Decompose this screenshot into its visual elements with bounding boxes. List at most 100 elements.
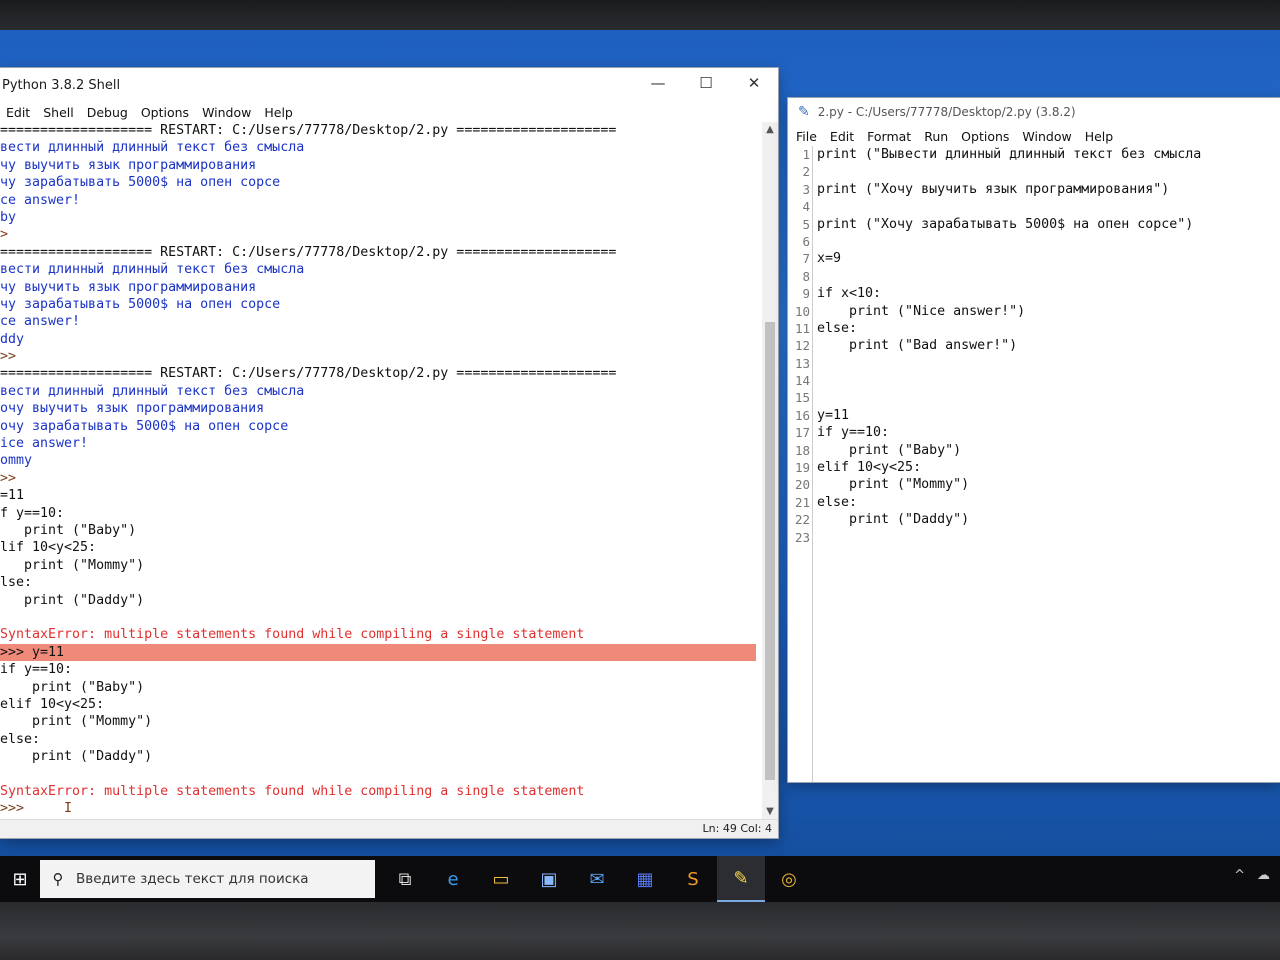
shell-titlebar[interactable]: Python 3.8.2 Shell — ☐ ✕ <box>0 68 778 102</box>
shell-line: чу выучить язык программирования <box>0 279 257 295</box>
shell-scrollbar[interactable]: ▲ ▼ <box>762 122 778 820</box>
line-number: 3 <box>802 181 810 197</box>
code-line: x=9 <box>817 251 842 267</box>
editor-title: 2.py - C:/Users/77778/Desktop/2.py (3.8.… <box>817 105 1076 119</box>
editor-body: 1 2 3 4 5 6 7 8 9 10 11 12 13 14 15 16 17 18 19 20 21 22 23 pr… <box>788 146 1280 782</box>
shell-line: >>> I <box>0 801 73 817</box>
shell-menu-shell[interactable]: Shell <box>43 105 74 120</box>
shell-line: print ("Mommy") <box>0 714 153 730</box>
editor-titlebar[interactable]: ✎ 2.py - C:/Users/77778/Desktop/2.py (3.… <box>788 98 1280 126</box>
editor-menu-run[interactable]: Run <box>924 129 948 144</box>
idle-icon[interactable]: ✎ <box>717 856 765 902</box>
search-box[interactable]: ⚲ Введите здесь текст для поиска <box>40 860 375 898</box>
edge-icon[interactable]: e <box>429 856 477 902</box>
shell-line: f y==10: <box>0 505 65 521</box>
code-area[interactable]: print ("Вывести длинный длинный текст бе… <box>813 146 1201 782</box>
line-number: 15 <box>794 390 810 406</box>
editor-menu-file[interactable]: File <box>796 129 817 144</box>
search-placeholder: Введите здесь текст для поиска <box>76 871 309 887</box>
shell-menu-debug[interactable]: Debug <box>87 105 128 120</box>
line-number: 19 <box>794 460 810 476</box>
editor-menu-options[interactable]: Options <box>961 129 1009 144</box>
shell-line: SyntaxError: multiple statements found w… <box>0 783 585 799</box>
shell-line: =11 <box>0 488 25 504</box>
line-number: 21 <box>794 494 810 510</box>
shell-title: Python 3.8.2 Shell <box>2 77 121 93</box>
minimize-button[interactable]: — <box>634 68 682 98</box>
close-button[interactable]: ✕ <box>730 68 778 98</box>
shell-line: >> <box>0 470 17 486</box>
shell-line: чу выучить язык программирования <box>0 157 257 173</box>
code-line: else: <box>817 494 858 510</box>
line-number: 17 <box>794 425 810 441</box>
editor-window: ✎ 2.py - C:/Users/77778/Desktop/2.py (3.… <box>788 98 1280 782</box>
line-number: 22 <box>794 512 810 528</box>
code-line: if x<10: <box>817 286 882 302</box>
maximize-button[interactable]: ☐ <box>682 68 730 98</box>
bezel-top <box>0 0 1280 30</box>
shell-menu-help[interactable]: Help <box>264 105 293 120</box>
shell-line: очу выучить язык программирования <box>0 401 265 417</box>
app-icon[interactable]: ▦ <box>621 856 669 902</box>
shell-line: ommy <box>0 453 33 469</box>
shell-line: ce answer! <box>0 192 81 208</box>
shell-line: вести длинный длинный текст без смысла <box>0 140 305 156</box>
code-line: print ("Mommy") <box>817 477 970 493</box>
cloud-icon[interactable]: ☁ <box>1257 868 1270 883</box>
chevron-up-icon[interactable]: ^ <box>1234 868 1245 883</box>
system-tray: ^ ☁ <box>1234 868 1270 883</box>
line-numbers: 1 2 3 4 5 6 7 8 9 10 11 12 13 14 15 16 17 18 19 20 21 22 23 <box>788 146 813 782</box>
shell-line: ce answer! <box>0 314 81 330</box>
shell-menu-edit[interactable]: Edit <box>6 105 30 120</box>
shell-menu-window[interactable]: Window <box>202 105 251 120</box>
code-line: print ("Хочу зарабатывать 5000$ на опен … <box>817 216 1194 232</box>
scroll-thumb[interactable] <box>765 322 775 780</box>
line-number: 1 <box>802 147 810 162</box>
scroll-up-icon[interactable]: ▲ <box>762 122 778 138</box>
shell-line: чу зарабатывать 5000$ на опен сорсе <box>0 175 281 191</box>
shell-line: if y==10: <box>0 662 73 678</box>
scroll-down-icon[interactable]: ▼ <box>762 804 778 820</box>
editor-menu-help[interactable]: Help <box>1085 129 1114 144</box>
shell-statusbar: Ln: 49 Col: 4 <box>0 819 778 838</box>
file-explorer-icon[interactable]: ▭ <box>477 856 525 902</box>
editor-menu-format[interactable]: Format <box>867 129 911 144</box>
line-number: 16 <box>794 407 810 423</box>
shell-line: =================== RESTART: C:/Users/77… <box>0 244 617 260</box>
shell-line: lse: <box>0 575 33 591</box>
chrome-icon[interactable]: ◎ <box>765 856 813 902</box>
shell-line: >> <box>0 349 17 365</box>
shell-line: ice answer! <box>0 436 89 452</box>
line-number: 5 <box>802 216 810 232</box>
line-number: 20 <box>794 477 810 493</box>
shell-line: print ("Mommy") <box>0 557 145 573</box>
editor-menu-edit[interactable]: Edit <box>830 129 854 144</box>
line-number: 10 <box>794 303 810 319</box>
shell-line: =================== RESTART: C:/Users/77… <box>0 366 617 382</box>
code-line: print ("Вывести длинный длинный текст бе… <box>817 147 1202 162</box>
task-view-icon[interactable]: ⧉ <box>381 856 429 902</box>
code-line: y=11 <box>817 407 850 423</box>
shell-menubar: Edit Shell Debug Options Window Help <box>0 102 778 122</box>
sublime-icon[interactable]: S <box>669 856 717 902</box>
store-icon[interactable]: ▣ <box>525 856 573 902</box>
shell-line: print ("Daddy") <box>0 749 153 765</box>
window-controls: — ☐ ✕ <box>634 68 778 102</box>
mail-icon[interactable]: ✉ <box>573 856 621 902</box>
code-line: else: <box>817 320 858 336</box>
shell-menu-options[interactable]: Options <box>141 105 189 120</box>
shell-line: > <box>0 227 9 243</box>
editor-menu-window[interactable]: Window <box>1022 129 1071 144</box>
line-number: 7 <box>802 251 810 267</box>
shell-line: print ("Daddy") <box>0 592 145 608</box>
shell-output[interactable]: =================== RESTART: C:/Users/77… <box>0 122 778 820</box>
start-button[interactable]: ⊞ <box>0 856 40 902</box>
shell-line: SyntaxError: multiple statements found w… <box>0 627 585 643</box>
